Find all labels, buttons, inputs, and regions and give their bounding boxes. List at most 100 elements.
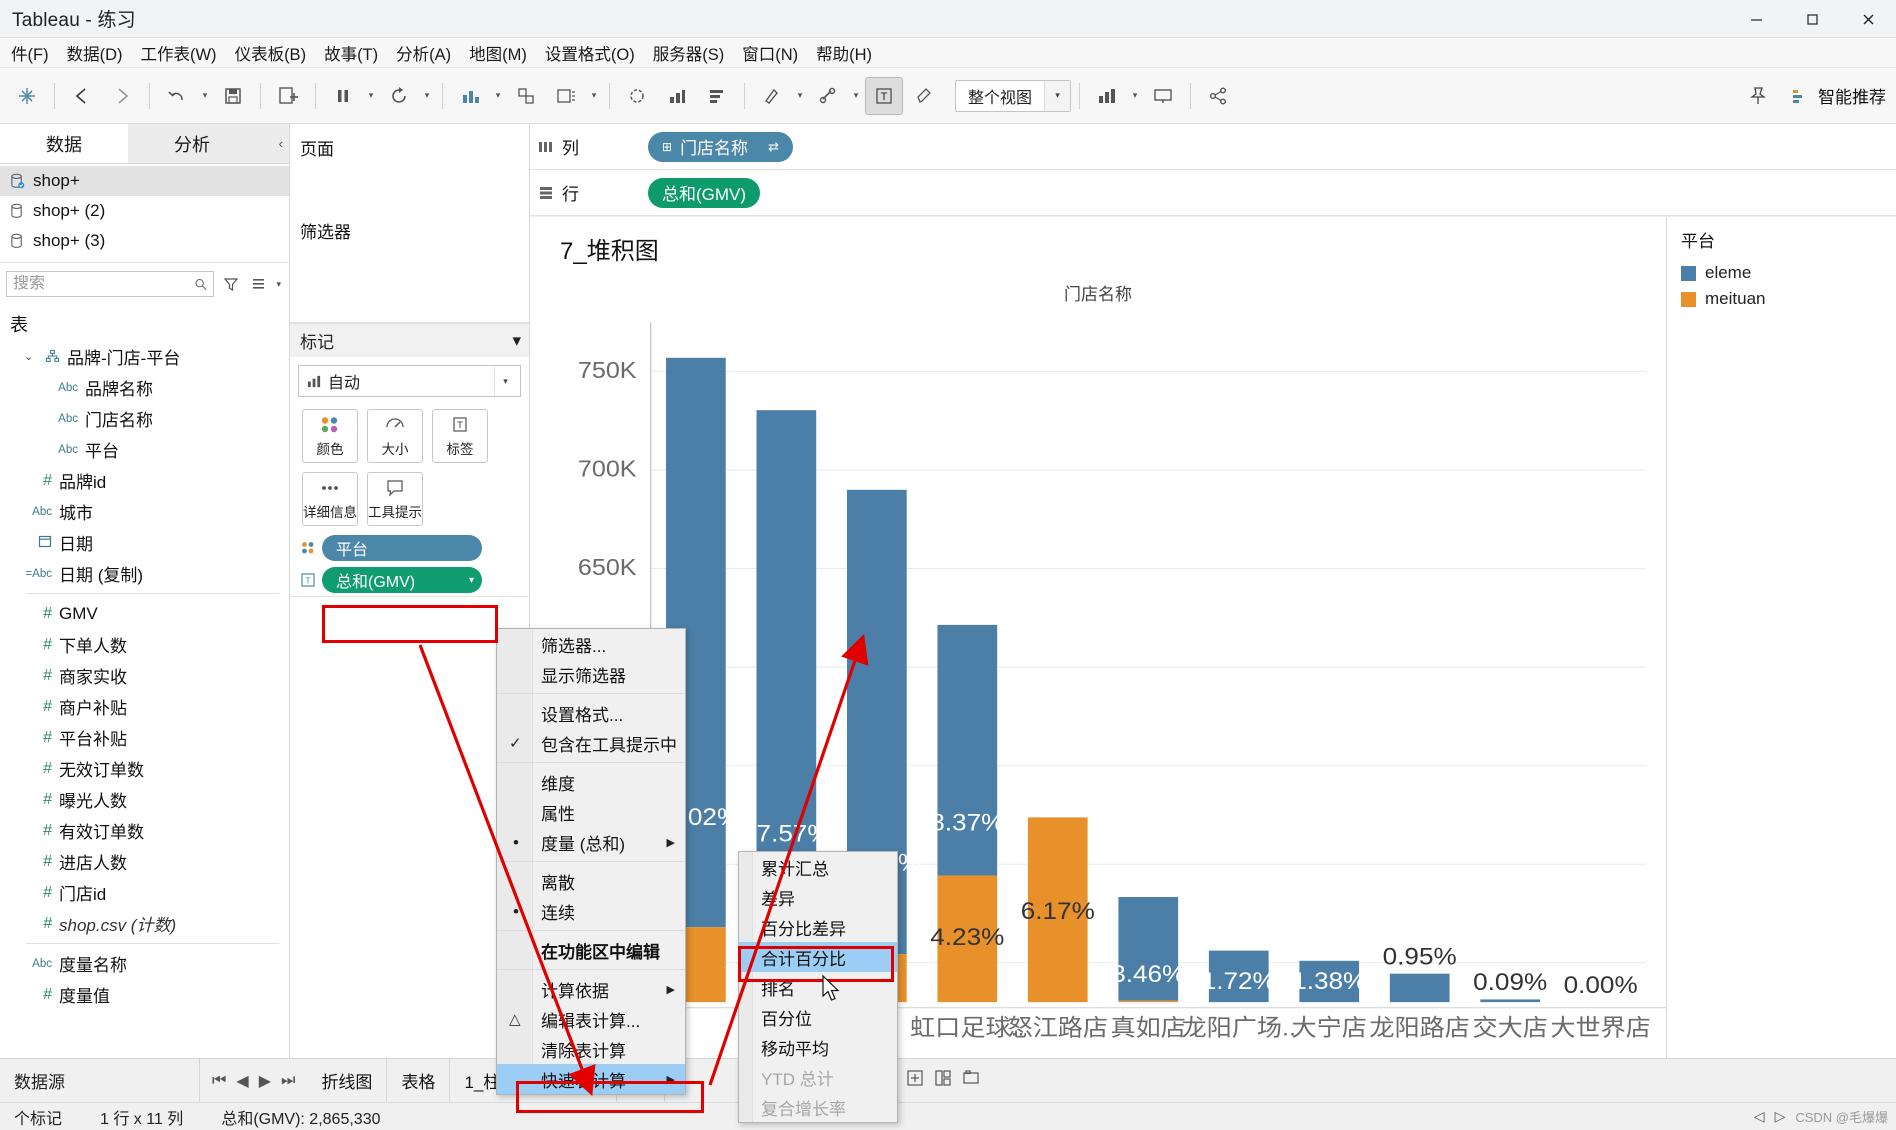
field-store-id[interactable]: # 门店id — [0, 877, 289, 908]
sort-dropdown-icon[interactable]: ▾ — [587, 77, 601, 115]
field-order-users[interactable]: # 下单人数 — [0, 629, 289, 660]
smart-recommend-button[interactable]: 智能推荐 — [1791, 83, 1886, 108]
field-invalid-orders[interactable]: # 无效订单数 — [0, 753, 289, 784]
field-date-copy[interactable]: =Abc 日期 (复制) — [0, 558, 289, 589]
quick-table-calc-submenu[interactable]: 累计汇总 差异 百分比差异 合计百分比 排名 百分位 移动平均 YTD 总计 复合增长率 — [738, 851, 898, 1123]
filters-card-body[interactable] — [290, 244, 529, 322]
field-merchant-subsidy[interactable]: # 商户补贴 — [0, 691, 289, 722]
legend-item-meituan[interactable]: meituan — [1667, 286, 1896, 312]
context-menu-item[interactable]: 在功能区中编辑 — [497, 935, 685, 965]
datasource-item-1[interactable]: shop+ — [0, 166, 289, 196]
field-brand-id[interactable]: # 品牌id — [0, 465, 289, 496]
rows-shelf[interactable]: 行 总和(GMV) — [530, 170, 1896, 216]
back-button[interactable] — [63, 77, 101, 115]
pause-updates-button[interactable] — [324, 77, 362, 115]
filter-icon[interactable] — [220, 272, 242, 296]
new-worksheet-icon[interactable] — [906, 1069, 924, 1092]
tableau-logo-icon[interactable] — [8, 77, 46, 115]
menu-item-file[interactable]: 件(F) — [2, 39, 58, 67]
menu-item-server[interactable]: 服务器(S) — [644, 39, 734, 67]
marks-card-menu-icon[interactable]: ▾ — [512, 331, 521, 351]
viz-canvas[interactable]: 7_堆积图 门店名称 450K500K550K600K650K700K750K1… — [530, 217, 1666, 1058]
columns-shelf[interactable]: 列 ⊞ 门店名称 ⇄ — [530, 124, 1896, 170]
context-menu-item[interactable]: 百分位 — [739, 1002, 897, 1032]
datasource-item-2[interactable]: shop+ (2) — [0, 196, 289, 226]
field-merchant-income[interactable]: # 商家实收 — [0, 660, 289, 691]
presentation-mode-button[interactable] — [1144, 77, 1182, 115]
field-exposure-users[interactable]: # 曝光人数 — [0, 784, 289, 815]
pill-caret-icon[interactable]: ▾ — [469, 575, 474, 586]
forward-button[interactable] — [103, 77, 141, 115]
sort-ascending-button[interactable] — [507, 77, 545, 115]
bar-segment-eleme[interactable] — [1389, 973, 1450, 1003]
format-button[interactable] — [753, 77, 791, 115]
tab-analytics[interactable]: 分析 — [128, 124, 256, 163]
tab-prev-icon[interactable]: ◀ — [236, 1071, 248, 1091]
tab-data[interactable]: 数据 — [0, 124, 128, 163]
field-store-name[interactable]: Abc 门店名称 — [0, 403, 289, 434]
field-group-brand-store-platform[interactable]: ⌄ 品牌-门店-平台 — [0, 341, 289, 372]
sort-fields-icon[interactable] — [248, 272, 270, 296]
context-menu-item[interactable]: • 连续 — [497, 896, 685, 926]
mark-type-caret-icon[interactable]: ▾ — [494, 366, 516, 396]
menu-item-window[interactable]: 窗口(N) — [733, 39, 807, 67]
save-button[interactable] — [214, 77, 252, 115]
field-date[interactable]: 日期 — [0, 527, 289, 558]
search-input[interactable] — [13, 275, 194, 293]
context-menu-item[interactable]: 差异 — [739, 882, 897, 912]
search-box[interactable] — [6, 271, 215, 297]
context-menu-item[interactable]: 移动平均 — [739, 1032, 897, 1062]
tab-last-icon[interactable]: ⏭ — [281, 1072, 295, 1090]
field-city[interactable]: Abc 城市 — [0, 496, 289, 527]
marks-detail-button[interactable]: 详细信息 — [302, 472, 358, 526]
context-menu-item[interactable]: 合计百分比 — [739, 942, 897, 972]
pill-sum-gmv[interactable]: 总和(GMV) — [648, 177, 761, 208]
field-shop-csv-count[interactable]: # shop.csv (计数) — [0, 908, 289, 939]
context-menu-item[interactable]: 清除表计算 — [497, 1034, 685, 1064]
context-menu-item[interactable]: 累计汇总 — [739, 852, 897, 882]
pill-store-name[interactable]: ⊞ 门店名称 ⇄ — [648, 131, 793, 162]
group-members-button[interactable] — [658, 77, 696, 115]
menu-item-format[interactable]: 设置格式(O) — [536, 39, 644, 67]
field-gmv[interactable]: # GMV — [0, 598, 289, 629]
collapse-pane-icon[interactable]: ‹ — [279, 136, 283, 151]
fix-axes-dropdown-icon[interactable]: ▾ — [849, 77, 863, 115]
marks-tooltip-button[interactable]: 工具提示 — [367, 472, 423, 526]
refresh-button[interactable] — [380, 77, 418, 115]
datasource-item-3[interactable]: shop+ (3) — [0, 226, 289, 256]
highlighter-button[interactable] — [905, 77, 943, 115]
undo-dropdown-icon[interactable]: ▾ — [198, 77, 212, 115]
pause-dropdown-icon[interactable]: ▾ — [364, 77, 378, 115]
field-measure-values[interactable]: # 度量值 — [0, 979, 289, 1010]
context-menu-item[interactable]: 排名 — [739, 972, 897, 1002]
tab-first-icon[interactable]: ⏮ — [212, 1072, 226, 1090]
undo-button[interactable] — [158, 77, 196, 115]
field-store-visits[interactable]: # 进店人数 — [0, 846, 289, 877]
refresh-dropdown-icon[interactable]: ▾ — [420, 77, 434, 115]
expand-caret-icon[interactable]: ⌄ — [24, 350, 38, 363]
fields-menu-caret-icon[interactable]: ▾ — [276, 279, 281, 290]
menu-item-dashboard[interactable]: 仪表板(B) — [226, 39, 316, 67]
menu-item-map[interactable]: 地图(M) — [460, 39, 536, 67]
close-button[interactable] — [1840, 0, 1896, 38]
context-menu-item[interactable]: 离散 — [497, 866, 685, 896]
minimize-button[interactable] — [1728, 0, 1784, 38]
fit-dropdown-icon[interactable]: ▾ — [1044, 80, 1071, 111]
fit-axis-button[interactable] — [1088, 77, 1126, 115]
marks-pill-platform[interactable]: 平台 — [322, 535, 482, 561]
fit-axis-dropdown-icon[interactable]: ▾ — [1128, 77, 1142, 115]
menu-item-worksheet[interactable]: 工作表(W) — [131, 39, 225, 67]
highlight-button[interactable] — [618, 77, 656, 115]
marks-size-button[interactable]: 大小 — [367, 409, 423, 463]
context-menu-item[interactable]: 属性 — [497, 797, 685, 827]
context-menu-item[interactable]: 显示筛选器 — [497, 659, 685, 689]
field-platform-subsidy[interactable]: # 平台补贴 — [0, 722, 289, 753]
context-menu-item[interactable]: • 度量 (总和) ▶ — [497, 827, 685, 857]
show-hide-cards-button[interactable] — [698, 77, 736, 115]
bar-segment-eleme[interactable] — [937, 624, 998, 876]
swap-dropdown-icon[interactable]: ▾ — [491, 77, 505, 115]
maximize-button[interactable] — [1784, 0, 1840, 38]
context-menu-item[interactable]: 百分比差异 — [739, 912, 897, 942]
context-menu-item[interactable]: 计算依据 ▶ — [497, 974, 685, 1004]
mark-type-dropdown[interactable]: 自动 ▾ — [298, 365, 521, 397]
